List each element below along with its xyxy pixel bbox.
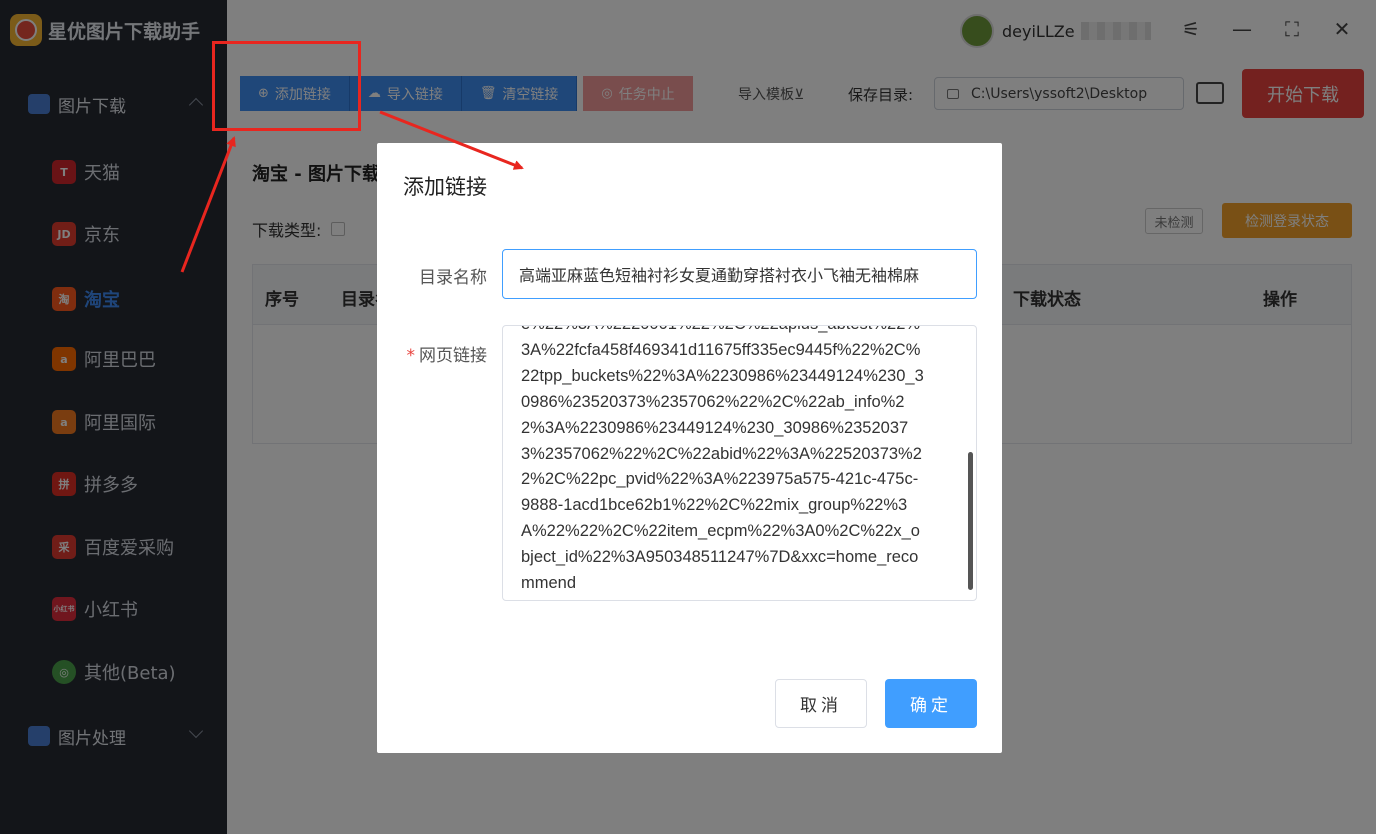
url-label: * 网页链接 <box>377 341 488 366</box>
url-line: 9888-1acd1bce62b1%22%2C%22mix_group%22%3 <box>521 496 908 515</box>
annotation-highlight-box <box>212 41 361 131</box>
dir-name-input[interactable]: 高端亚麻蓝色短袖衬衫女夏通勤穿搭衬衣小飞袖无袖棉麻 <box>502 249 977 299</box>
url-text: e%22%3A%2220001%22%2C%22aplus_abtest%22%… <box>521 326 953 597</box>
url-line: 3%2357062%22%2C%22abid%22%3A%22520373%2 <box>521 444 922 463</box>
textarea-scrollbar[interactable] <box>968 452 973 590</box>
url-line: 2%2C%22pc_pvid%22%3A%223975a575-421c-475… <box>521 470 919 489</box>
url-line: bject_id%22%3A950348511247%7D&xxc=home_r… <box>521 548 919 567</box>
url-line: A%22%22%2C%22item_ecpm%22%3A0%2C%22x_o <box>521 522 920 541</box>
cancel-button[interactable]: 取消 <box>775 679 867 728</box>
dir-name-label-text: 目录名称 <box>419 268 487 288</box>
dir-name-label: 目录名称 <box>377 263 487 288</box>
confirm-button[interactable]: 确定 <box>885 679 977 728</box>
url-line: 22tpp_buckets%22%3A%2230986%23449124%230… <box>521 366 924 385</box>
url-line: 0986%23520373%2357062%22%2C%22ab_info%2 <box>521 392 905 411</box>
dialog-title: 添加链接 <box>403 175 487 199</box>
url-line: e%22%3A%2220001%22%2C%22aplus_abtest%22% <box>521 326 953 338</box>
required-mark: * <box>406 346 416 366</box>
url-textarea[interactable]: e%22%3A%2220001%22%2C%22aplus_abtest%22%… <box>502 325 977 601</box>
url-line: 3A%22fcfa458f469341d11675ff335ec9445f%22… <box>521 340 921 359</box>
add-link-dialog: 添加链接 目录名称 高端亚麻蓝色短袖衬衫女夏通勤穿搭衬衣小飞袖无袖棉麻 * 网页链… <box>377 143 1002 753</box>
url-line: 2%3A%2230986%23449124%230_30986%2352037 <box>521 418 909 437</box>
url-label-text: 网页链接 <box>419 346 487 366</box>
url-line: mmend <box>521 574 577 593</box>
